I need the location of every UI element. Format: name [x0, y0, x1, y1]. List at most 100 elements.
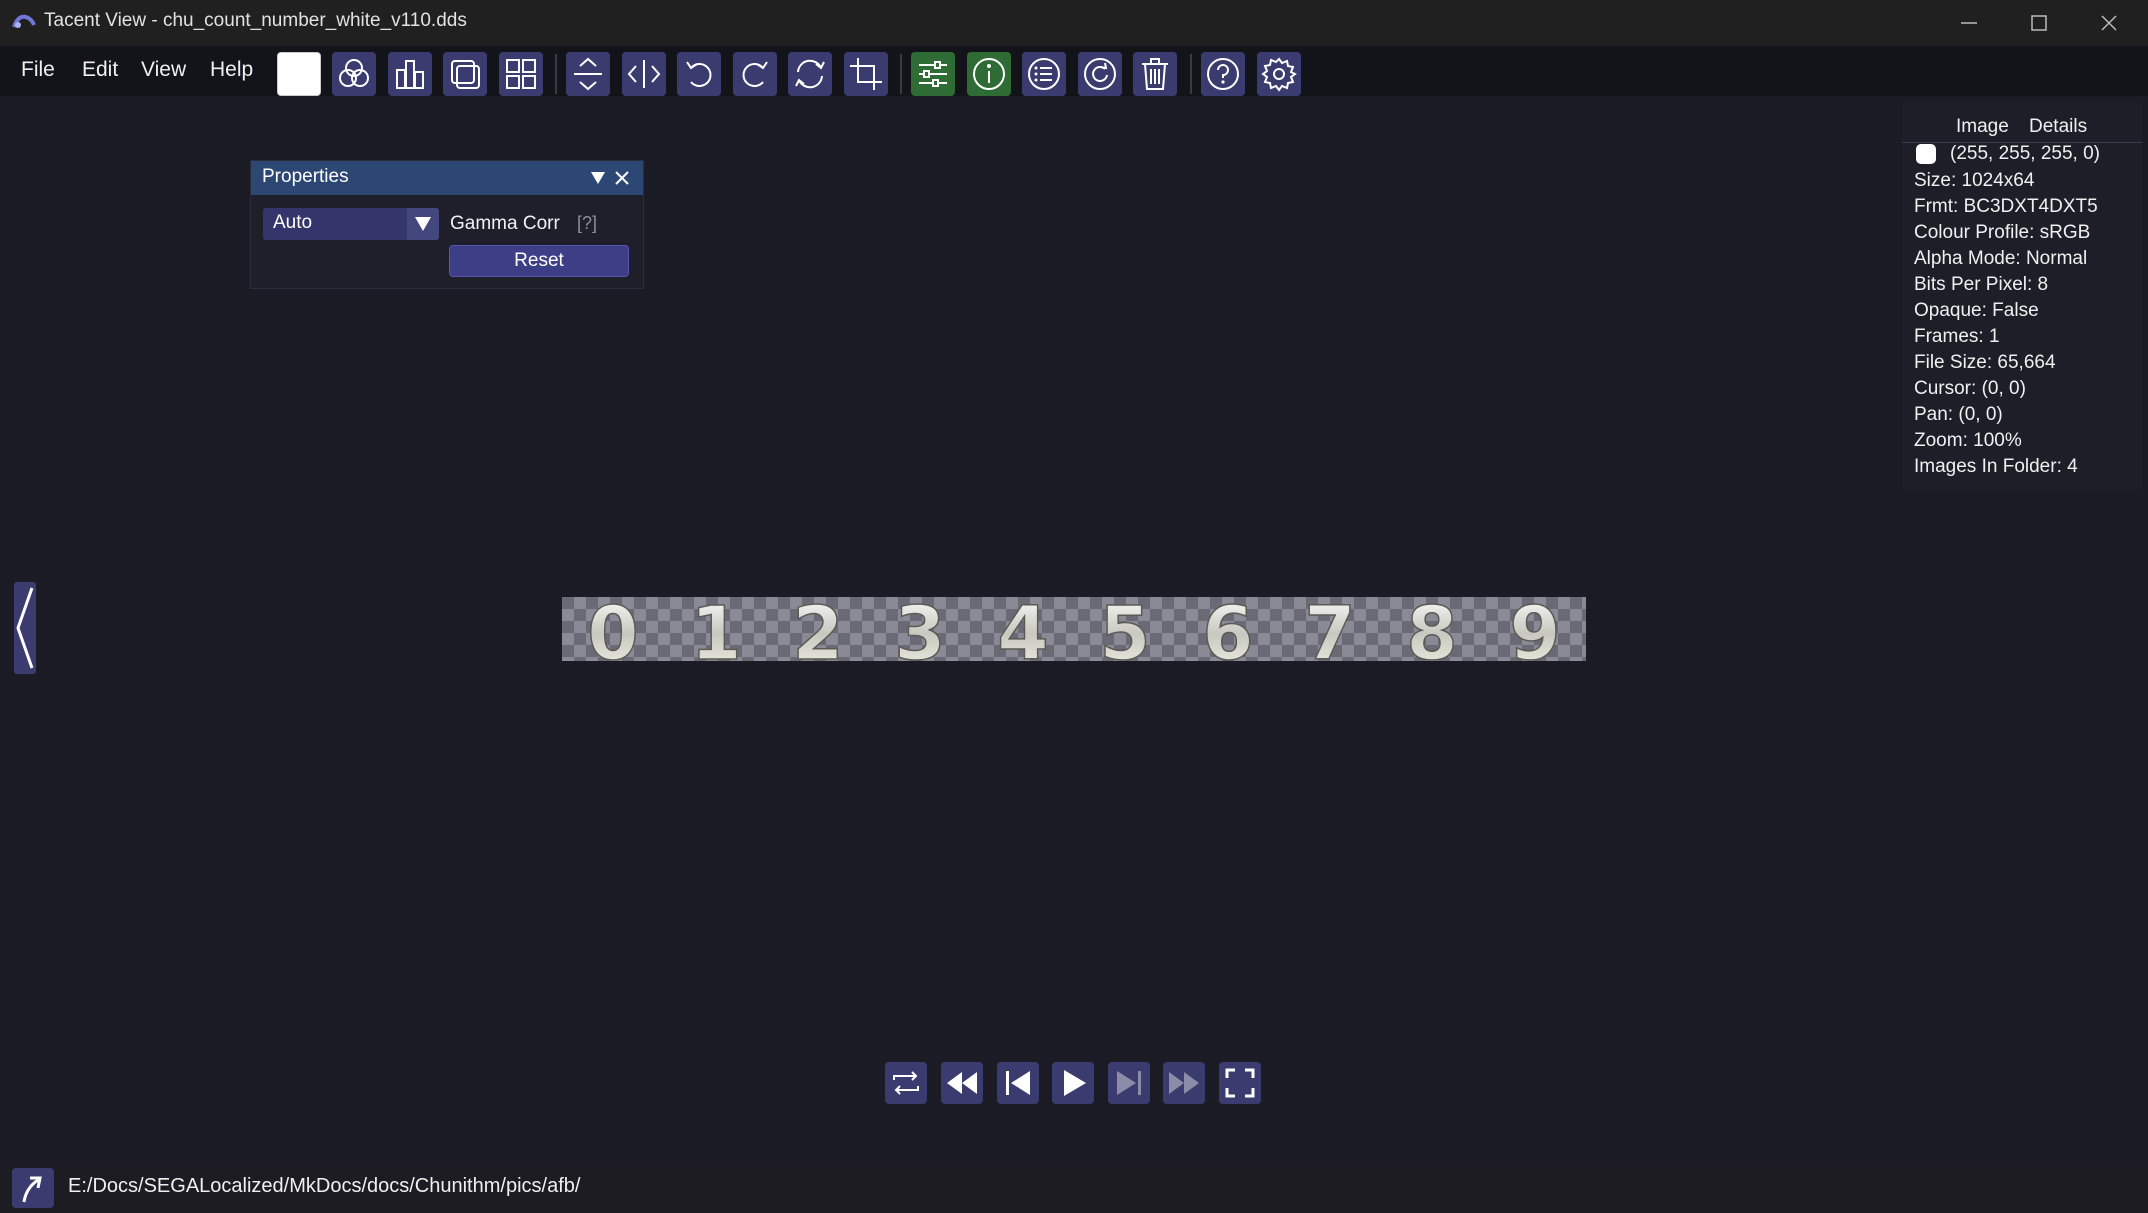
rotate-left-icon	[686, 61, 712, 87]
skip-to-end-button[interactable]	[1163, 1062, 1205, 1104]
rotate-any-button[interactable]	[788, 52, 832, 96]
gamma-corr-label: Gamma Corr	[450, 213, 560, 234]
minimize-button[interactable]	[1934, 0, 2004, 46]
menu-edit[interactable]: Edit	[82, 58, 118, 82]
detail-file-size: File Size: 65,664	[1914, 352, 2056, 373]
info-button[interactable]	[967, 52, 1011, 96]
rotate-any-icon	[795, 59, 825, 89]
digit-7: 7	[1304, 597, 1356, 661]
settings-button[interactable]	[1257, 52, 1301, 96]
rotate-left-button[interactable]	[677, 52, 721, 96]
help-button[interactable]	[1201, 52, 1245, 96]
flip-horizontal-button[interactable]	[622, 52, 666, 96]
parent-folder-button[interactable]	[12, 1168, 54, 1208]
refresh-button[interactable]	[1078, 52, 1122, 96]
next-frame-button[interactable]	[1108, 1062, 1150, 1104]
toolbar-separator	[900, 54, 902, 94]
chevron-down-icon	[415, 217, 431, 231]
digit-3: 3	[894, 597, 946, 661]
detail-images-in-folder: Images In Folder: 4	[1914, 456, 2078, 477]
tile-button[interactable]	[443, 52, 487, 96]
next-frame-icon	[1117, 1071, 1141, 1095]
digit-4: 4	[997, 597, 1049, 661]
previous-frame-button[interactable]	[997, 1062, 1039, 1104]
maximize-icon	[2031, 15, 2047, 31]
content-view-button[interactable]	[1022, 52, 1066, 96]
detail-zoom: Zoom: 100%	[1914, 430, 2022, 451]
play-icon	[1064, 1070, 1086, 1096]
background-swatch-button[interactable]	[277, 52, 321, 96]
menu-view[interactable]: View	[141, 58, 186, 82]
thumbnail-view-icon	[506, 59, 536, 89]
gamma-mode-select[interactable]: Auto	[263, 208, 439, 240]
properties-title: Properties	[262, 166, 349, 187]
close-window-button[interactable]	[2074, 0, 2144, 46]
detail-format: Frmt: BC3DXT4DXT5	[1914, 196, 2098, 217]
info-icon	[973, 58, 1005, 90]
digit-1: 1	[690, 597, 742, 661]
arrow-up-icon	[22, 1176, 42, 1203]
digit-6: 6	[1202, 597, 1254, 661]
levels-icon	[396, 60, 424, 89]
rotate-right-icon	[742, 61, 768, 87]
detail-colour-profile: Colour Profile: sRGB	[1914, 222, 2091, 243]
fullscreen-button[interactable]	[1219, 1062, 1261, 1104]
details-panel: Image Details (255, 255, 255, 0) Size: 1…	[1902, 102, 2142, 490]
properties-button[interactable]	[911, 52, 955, 96]
toolbar-separator	[555, 54, 557, 94]
detail-frames: Frames: 1	[1914, 326, 2000, 347]
levels-button[interactable]	[388, 52, 432, 96]
tile-icon	[451, 60, 480, 89]
menu-file[interactable]: File	[21, 58, 55, 82]
flip-vertical-button[interactable]	[566, 52, 610, 96]
folder-path: E:/Docs/SEGALocalized/MkDocs/docs/Chunit…	[68, 1175, 581, 1197]
rotate-right-button[interactable]	[733, 52, 777, 96]
crop-icon	[850, 58, 882, 90]
detail-size: Size: 1024x64	[1914, 170, 2035, 191]
minimize-icon	[1961, 22, 1977, 24]
play-button[interactable]	[1052, 1062, 1094, 1104]
pixel-colour-swatch[interactable]	[1916, 144, 1936, 164]
collapse-icon[interactable]	[588, 168, 608, 188]
chevron-left-icon	[16, 587, 34, 669]
window-title: Tacent View - chu_count_number_white_v11…	[44, 10, 467, 31]
digit-2: 2	[792, 597, 844, 661]
flip-vertical-icon	[574, 57, 602, 91]
close-icon	[2101, 15, 2117, 31]
previous-frame-icon	[1006, 1071, 1030, 1095]
thumbnail-view-button[interactable]	[499, 52, 543, 96]
detail-pan: Pan: (0, 0)	[1914, 404, 2003, 425]
image-canvas[interactable]: 0 1 2 3 4 5 6 7 8 9	[562, 597, 1586, 661]
close-icon[interactable]	[612, 168, 632, 188]
maximize-button[interactable]	[2004, 0, 2074, 46]
refresh-icon	[1084, 58, 1116, 90]
digit-9: 9	[1509, 597, 1561, 661]
digit-0: 0	[587, 597, 639, 661]
menu-help[interactable]: Help	[210, 58, 253, 82]
gear-icon	[1261, 57, 1297, 92]
detail-cursor: Cursor: (0, 0)	[1914, 378, 2026, 399]
toolbar-separator	[1190, 54, 1192, 94]
pixel-colour-value: (255, 255, 255, 0)	[1950, 143, 2100, 164]
channel-filter-button[interactable]	[332, 52, 376, 96]
previous-image-button[interactable]	[14, 582, 36, 674]
loop-icon	[893, 1071, 919, 1095]
properties-panel: Properties Auto Gamma Corr [?] Reset	[250, 160, 644, 289]
tab-details[interactable]: Details	[2029, 116, 2087, 138]
detail-alpha-mode: Alpha Mode: Normal	[1914, 248, 2088, 269]
help-marker[interactable]: [?]	[577, 213, 597, 234]
properties-header[interactable]: Properties	[251, 161, 643, 195]
loop-button[interactable]	[885, 1062, 927, 1104]
delete-icon	[1142, 58, 1168, 90]
status-bar: E:/Docs/SEGALocalized/MkDocs/docs/Chunit…	[0, 1162, 2148, 1213]
gamma-mode-value: Auto	[273, 212, 313, 233]
skip-to-start-button[interactable]	[941, 1062, 983, 1104]
dropdown-arrow[interactable]	[407, 208, 439, 240]
title-bar: Tacent View - chu_count_number_white_v11…	[0, 0, 2148, 46]
content-view-icon	[1028, 58, 1060, 90]
crop-button[interactable]	[844, 52, 888, 96]
delete-button[interactable]	[1133, 52, 1177, 96]
reset-button[interactable]: Reset	[449, 245, 629, 277]
digit-5: 5	[1099, 597, 1151, 661]
tab-image[interactable]: Image	[1956, 116, 2009, 138]
